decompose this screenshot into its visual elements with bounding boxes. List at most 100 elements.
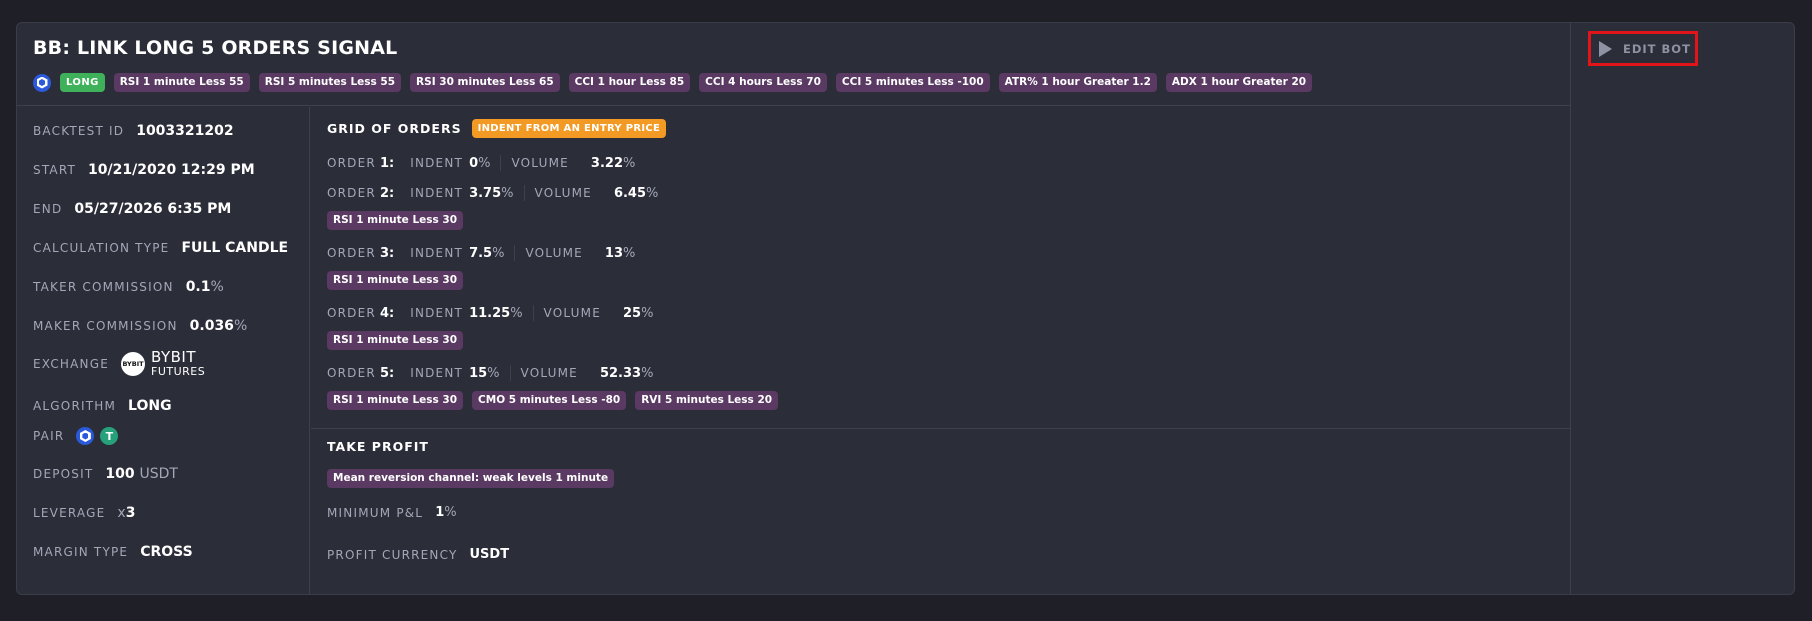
pct-sign: % bbox=[646, 185, 659, 201]
profit-currency-value: USDT bbox=[469, 547, 510, 562]
end-row: END 05/27/2026 6:35 PM bbox=[33, 201, 231, 217]
indent-number: 3.75 bbox=[469, 185, 502, 201]
condition-tag: RSI 1 minute Less 30 bbox=[327, 391, 464, 410]
edit-bot-label: EDIT BOT bbox=[1623, 41, 1691, 56]
order-row: ORDER 1: INDENT 0% VOLUME 3.22% bbox=[327, 155, 635, 171]
min-pnl-label: MINIMUM P&L bbox=[327, 505, 424, 520]
volume-label: VOLUME bbox=[511, 156, 569, 170]
pct-sign: % bbox=[210, 279, 224, 295]
signal-tag: CCI 1 hour Less 85 bbox=[568, 73, 691, 92]
take-profit-header: TAKE PROFIT bbox=[327, 439, 429, 454]
exchange-title: BYBIT bbox=[151, 348, 197, 366]
grid-title: GRID OF ORDERS bbox=[327, 121, 462, 136]
start-value: 10/21/2020 12:29 PM bbox=[88, 162, 255, 178]
exchange-subtitle: FUTURES bbox=[151, 365, 206, 378]
order-label: ORDER bbox=[327, 246, 376, 260]
deposit-label: DEPOSIT bbox=[33, 467, 94, 481]
pct-sign: % bbox=[492, 245, 505, 261]
condition-tag: RVI 5 minutes Less 20 bbox=[635, 391, 779, 410]
profit-currency-label: PROFIT CURRENCY bbox=[327, 547, 458, 562]
signal-tag: RSI 30 minutes Less 65 bbox=[410, 73, 560, 92]
volume-number: 6.45 bbox=[613, 185, 647, 201]
indent-value: 11.25% bbox=[469, 306, 522, 321]
signal-tag: RSI 5 minutes Less 55 bbox=[258, 73, 402, 92]
maker-label: MAKER COMMISSION bbox=[33, 319, 178, 333]
signal-tag: ADX 1 hour Greater 20 bbox=[1165, 73, 1313, 92]
backtest-details: BACKTEST ID 1003321202 START 10/21/2020 … bbox=[17, 107, 310, 595]
signal-tag: ATR% 1 hour Greater 1.2 bbox=[998, 73, 1157, 92]
indent-value: 0% bbox=[469, 156, 490, 171]
pct-sign: % bbox=[233, 318, 248, 334]
order-number: 5: bbox=[379, 365, 395, 381]
indent-number: 0 bbox=[469, 155, 479, 171]
indent-label: INDENT bbox=[410, 156, 464, 170]
order-row: ORDER 3: INDENT 7.5% VOLUME 13% bbox=[327, 245, 635, 261]
pct-sign: % bbox=[487, 365, 500, 381]
order-conditions: RSI 1 minute Less 30 bbox=[327, 271, 464, 290]
grid-header: GRID OF ORDERS INDENT FROM AN ENTRY PRIC… bbox=[327, 119, 667, 138]
actions-panel: EDIT BOT bbox=[1570, 23, 1795, 595]
start-row: START 10/21/2020 12:29 PM bbox=[33, 162, 255, 178]
taker-number: 0.1 bbox=[185, 279, 211, 295]
pct-sign: % bbox=[478, 155, 491, 171]
calc-type-row: CALCULATION TYPE FULL CANDLE bbox=[33, 240, 288, 256]
volume-number: 13 bbox=[604, 245, 623, 261]
algorithm-label: ALGORITHM bbox=[33, 399, 117, 413]
play-icon bbox=[1599, 40, 1612, 57]
order-label: ORDER bbox=[327, 366, 376, 380]
pair-label: PAIR bbox=[33, 429, 65, 443]
pct-sign: % bbox=[623, 155, 636, 171]
signal-tag: CCI 5 minutes Less -100 bbox=[835, 73, 990, 92]
pct-sign: % bbox=[641, 305, 654, 321]
min-pnl-value: 1% bbox=[435, 505, 456, 520]
pair-row: PAIR T bbox=[33, 427, 119, 445]
maker-row: MAKER COMMISSION 0.036% bbox=[33, 318, 247, 334]
order-row: ORDER 5: INDENT 15% VOLUME 52.33% bbox=[327, 365, 653, 381]
order-conditions: RSI 1 minute Less 30 bbox=[327, 331, 464, 350]
deposit-row: DEPOSIT 100 USDT bbox=[33, 466, 178, 482]
margin-label: MARGIN TYPE bbox=[33, 545, 129, 559]
deposit-number: 100 bbox=[105, 466, 135, 482]
bybit-logo-icon: BYBIT bbox=[121, 351, 145, 376]
leverage-label: LEVERAGE bbox=[33, 506, 106, 520]
indent-label: INDENT bbox=[410, 366, 464, 380]
volume-value: 3.22% bbox=[591, 156, 635, 171]
algorithm-value: LONG bbox=[128, 398, 172, 414]
take-profit-tag: Mean reversion channel: weak levels 1 mi… bbox=[327, 469, 615, 488]
order-label: ORDER bbox=[327, 186, 376, 200]
algorithm-row: ALGORITHM LONG bbox=[33, 398, 172, 414]
tether-icon: T bbox=[100, 427, 119, 445]
edit-bot-button[interactable]: EDIT BOT bbox=[1588, 31, 1698, 66]
leverage-number: 3 bbox=[125, 505, 136, 521]
volume-value: 25% bbox=[623, 306, 653, 321]
volume-number: 52.33 bbox=[599, 365, 642, 381]
volume-label: VOLUME bbox=[543, 306, 601, 320]
take-profit-conditions: Mean reversion channel: weak levels 1 mi… bbox=[327, 469, 615, 488]
divider bbox=[523, 185, 525, 201]
indent-number: 7.5 bbox=[469, 245, 493, 261]
leverage-prefix: x bbox=[117, 505, 126, 521]
volume-label: VOLUME bbox=[520, 366, 578, 380]
chainlink-icon bbox=[33, 73, 51, 92]
indent-badge: INDENT FROM AN ENTRY PRICE bbox=[471, 119, 667, 138]
calc-type-value: FULL CANDLE bbox=[181, 240, 289, 256]
calc-type-label: CALCULATION TYPE bbox=[33, 241, 170, 255]
condition-tag: CMO 5 minutes Less -80 bbox=[472, 391, 627, 410]
order-number: 4: bbox=[379, 305, 395, 321]
leverage-row: LEVERAGE x3 bbox=[33, 505, 135, 521]
condition-tag: RSI 1 minute Less 30 bbox=[327, 331, 464, 350]
deposit-value: 100 USDT bbox=[105, 466, 178, 482]
indent-value: 15% bbox=[469, 366, 499, 381]
chainlink-icon bbox=[76, 427, 95, 445]
volume-label: VOLUME bbox=[534, 186, 592, 200]
pct-sign: % bbox=[444, 505, 457, 520]
order-label: ORDER bbox=[327, 156, 376, 170]
leverage-value: x3 bbox=[117, 505, 135, 521]
indent-number: 11.25 bbox=[469, 305, 511, 321]
signal-tag: CCI 4 hours Less 70 bbox=[699, 73, 827, 92]
volume-label: VOLUME bbox=[525, 246, 583, 260]
min-pnl-number: 1 bbox=[435, 505, 445, 520]
pct-sign: % bbox=[501, 185, 514, 201]
condition-tag: RSI 1 minute Less 30 bbox=[327, 211, 464, 230]
indent-label: INDENT bbox=[410, 306, 464, 320]
